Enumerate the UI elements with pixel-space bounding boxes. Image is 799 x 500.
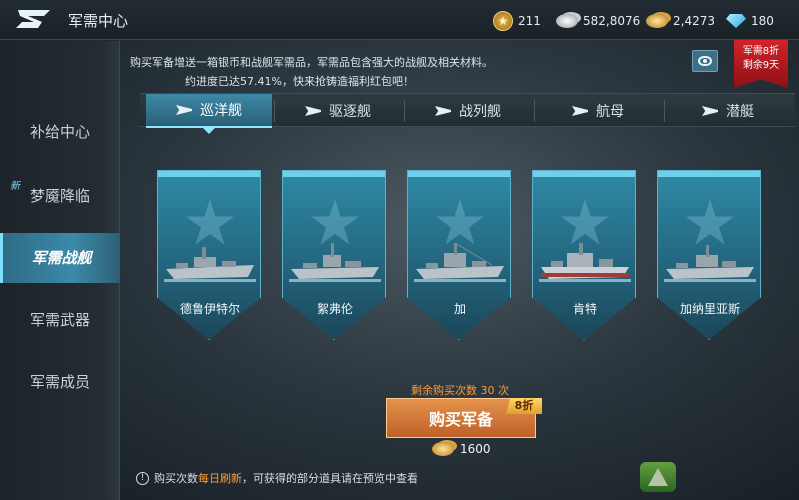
diamond-value: 180 xyxy=(751,14,774,28)
tab-submarine[interactable]: 潜艇 xyxy=(665,94,791,128)
star-emblem-icon xyxy=(311,199,359,245)
submarine-icon xyxy=(702,106,718,116)
star-coin-icon: ★ xyxy=(493,11,513,31)
cruiser-icon xyxy=(176,105,192,115)
sidebar-item-label: 补给中心 xyxy=(29,123,90,141)
card-top-stripe xyxy=(158,171,260,177)
tab-cruiser[interactable]: 巡洋舰 xyxy=(146,94,272,134)
ship-name: 肯特 xyxy=(572,302,597,316)
tab-label: 潜艇 xyxy=(726,104,754,120)
buy-button-label: 购买军备 xyxy=(428,410,493,429)
top-bar: 军需中心 ★ 211 582,8076 2,4273 180 xyxy=(0,0,799,40)
page-title: 军需中心 xyxy=(68,12,129,30)
star-emblem-icon xyxy=(561,199,609,245)
footer-prefix: 购买次数 xyxy=(154,472,198,485)
tab-label: 航母 xyxy=(596,104,624,120)
sidebar-item-members[interactable]: 军需成员 xyxy=(0,357,120,407)
star-emblem-icon xyxy=(686,199,734,245)
warship-icon xyxy=(289,243,381,282)
ship-card[interactable]: 加 xyxy=(407,170,511,340)
price: 1600 xyxy=(432,442,491,456)
sidebar-item-warships[interactable]: 军需战舰 xyxy=(0,233,120,283)
ship-card[interactable]: 絮弗伦 xyxy=(282,170,386,340)
sidebar-item-supply-center[interactable]: 补给中心 xyxy=(0,107,120,157)
warship-icon xyxy=(539,243,631,282)
back-logo-icon[interactable] xyxy=(14,8,52,30)
footer-note: ! 购买次数 每日刷新 ，可获得的部分道具请在预览中查看 xyxy=(136,470,418,486)
card-top-stripe xyxy=(408,171,510,177)
tab-destroyer[interactable]: 驱逐舰 xyxy=(275,94,401,128)
sidebar-item-label: 梦魇降临 xyxy=(29,187,90,205)
battleship-icon xyxy=(435,106,451,116)
price-value: 1600 xyxy=(460,442,491,456)
footer-suffix: ，可获得的部分道具请在预览中查看 xyxy=(242,472,418,485)
warship-icon xyxy=(414,243,506,282)
discount-flag: 军需8折 剩余9天 xyxy=(734,40,788,88)
info-icon: ! xyxy=(136,471,149,485)
destroyer-icon xyxy=(305,106,321,116)
star-emblem-icon xyxy=(186,199,234,245)
gold-coin-icon xyxy=(432,442,454,456)
discount-flag-line1: 军需8折 xyxy=(742,46,780,57)
silver-coin-counter: 582,8076 xyxy=(556,10,640,32)
diamond-icon xyxy=(726,14,746,28)
preview-button[interactable] xyxy=(692,50,718,72)
sidebar: 补给中心 梦魇降临 军需战舰 军需武器 军需成员 新 xyxy=(0,41,120,500)
gold-coin-icon xyxy=(646,14,668,28)
ship-card[interactable]: 加纳里亚斯 xyxy=(657,170,761,340)
info-text-line1: 购买军备增送一箱银币和战舰军需品，军需品包含强大的战舰及相关材料。 xyxy=(130,56,493,69)
discount-badge: 8折 xyxy=(506,398,542,414)
tab-label: 驱逐舰 xyxy=(329,104,371,120)
info-text-line2: 约进度已达57.41%，快来抢铸造福利红包吧！ xyxy=(185,75,414,88)
silver-coin-icon xyxy=(556,14,578,28)
card-top-stripe xyxy=(533,171,635,177)
card-top-stripe xyxy=(658,171,760,177)
diamond-counter: 180 xyxy=(726,10,774,32)
sidebar-item-label: 军需武器 xyxy=(29,311,90,329)
tab-battleship[interactable]: 战列舰 xyxy=(405,94,531,128)
card-top-stripe xyxy=(283,171,385,177)
ship-card[interactable]: 肯特 xyxy=(532,170,636,340)
discount-flag-line2: 剩余9天 xyxy=(742,60,780,71)
gold-coin-counter: 2,4273 xyxy=(646,10,715,32)
sidebar-item-label: 军需成员 xyxy=(29,373,90,391)
new-badge: 新 xyxy=(10,181,20,192)
tab-label: 巡洋舰 xyxy=(200,103,242,119)
sidebar-item-weapons[interactable]: 军需武器 xyxy=(0,295,120,345)
eye-icon xyxy=(698,56,712,66)
watermark-logo xyxy=(640,462,790,494)
gold-coin-value: 2,4273 xyxy=(673,14,715,28)
warship-icon xyxy=(664,245,756,282)
tab-carrier[interactable]: 航母 xyxy=(535,94,661,128)
ship-name: 絮弗伦 xyxy=(316,302,353,316)
ship-name: 加纳里亚斯 xyxy=(679,302,740,316)
warship-icon xyxy=(164,247,256,282)
star-coin-counter: ★ 211 xyxy=(493,10,541,32)
remaining-purchases: 剩余购买次数 30 次 xyxy=(411,384,509,397)
star-coin-value: 211 xyxy=(518,14,541,28)
ship-card[interactable]: 德鲁伊特尔 xyxy=(157,170,261,340)
silver-coin-value: 582,8076 xyxy=(583,14,641,28)
star-emblem-icon xyxy=(436,199,484,245)
footer-highlight: 每日刷新 xyxy=(198,472,242,485)
carrier-icon xyxy=(572,106,588,116)
watermark-badge-icon xyxy=(640,462,676,492)
ship-type-tabs: 巡洋舰 驱逐舰 战列舰 航母 潜艇 xyxy=(140,93,795,134)
tab-label: 战列舰 xyxy=(459,104,501,120)
ship-name: 德鲁伊特尔 xyxy=(179,302,240,316)
sidebar-item-label: 军需战舰 xyxy=(31,249,92,267)
ship-name: 加 xyxy=(453,302,466,316)
